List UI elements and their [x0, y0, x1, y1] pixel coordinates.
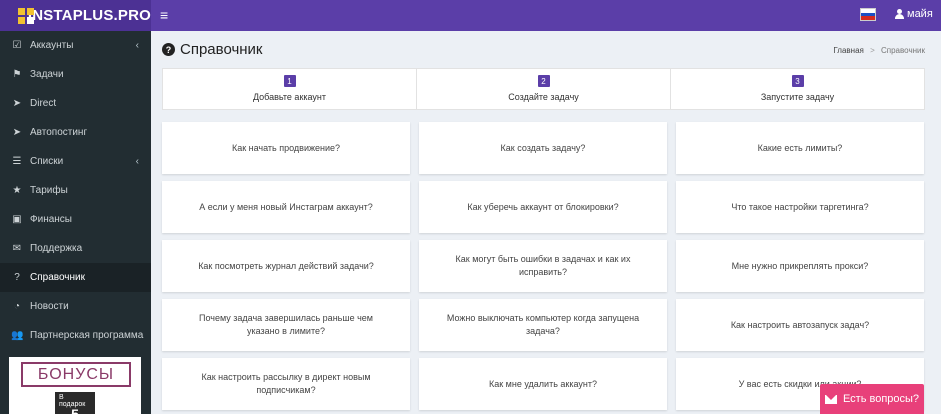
faq-card[interactable]: Что такое настройки таргетинга? — [676, 181, 924, 233]
sidebar-item[interactable]: ▣ Финансы — [0, 205, 151, 234]
faq-card[interactable]: Как посмотреть журнал действий задачи? — [162, 240, 410, 292]
step-1: 1 Добавьте аккаунт — [163, 69, 417, 109]
main-content: ? Справочник Главная > Справочник 1 Доба… — [151, 31, 941, 414]
faq-question: Как могут быть ошибки в задачах и как их… — [455, 254, 631, 277]
sidebar-item[interactable]: ★ Тарифы — [0, 176, 151, 205]
step-number: 3 — [791, 75, 804, 87]
bonus-gift-number: 5 — [71, 406, 79, 414]
step-number: 2 — [537, 75, 550, 87]
sidebar-nav: ☑ Аккаунты ‹ ⚑ Задачи ➤ Direct ➤ Автопостинг ☰ Спи… — [0, 31, 151, 350]
faq-question: А если у меня новый Инстаграм аккаунт? — [199, 201, 373, 212]
breadcrumb-home[interactable]: Главная — [833, 46, 863, 55]
breadcrumb-current: Справочник — [881, 46, 925, 55]
logo-text: INSTAPLUS.PRO — [27, 7, 151, 24]
sidebar-item[interactable]: ? Справочник — [0, 263, 151, 292]
sidebar-item-icon: ✉ — [12, 243, 22, 254]
page-title-text: Справочник — [180, 41, 263, 58]
sidebar-item-icon: ▣ — [12, 214, 22, 225]
sidebar-item[interactable]: ➤ Автопостинг — [0, 118, 151, 147]
faq-question: Как создать задачу? — [500, 142, 586, 153]
faq-card[interactable]: Как могут быть ошибки в задачах и как их… — [419, 240, 667, 292]
sidebar-item[interactable]: ☰ Списки ‹ — [0, 147, 151, 176]
faq-card[interactable]: Мне нужно прикреплять прокси? — [676, 240, 924, 292]
user-name: майя — [907, 8, 933, 20]
step-3: 3 Запустите задачу — [671, 69, 924, 109]
top-navbar: INSTAPLUS.PRO ≡ майя — [0, 0, 941, 31]
faq-card[interactable]: Как начать продвижение? — [162, 122, 410, 174]
sidebar-item[interactable]: 👥 Партнерская программа — [0, 321, 151, 350]
faq-question: Как посмотреть журнал действий задачи? — [198, 260, 374, 271]
faq-question: Какие есть лимиты? — [757, 142, 843, 153]
sidebar-item-icon: 👥 — [11, 330, 24, 341]
question-circle-icon: ? — [162, 43, 175, 56]
faq-question: Как начать продвижение? — [231, 142, 341, 153]
page-title: ? Справочник — [162, 41, 263, 58]
language-flag-icon[interactable] — [860, 8, 876, 21]
hamburger-icon[interactable]: ≡ — [160, 7, 168, 23]
faq-question: Как настроить автозапуск задач? — [730, 319, 870, 330]
sidebar: ☑ Аккаунты ‹ ⚑ Задачи ➤ Direct ➤ Автопостинг ☰ Спи… — [0, 31, 151, 414]
help-chat-button[interactable]: Есть вопросы? — [820, 384, 924, 414]
chevron-left-icon: ‹ — [135, 40, 139, 51]
faq-question: Как уберечь аккаунт от блокировки? — [467, 201, 619, 212]
logo-icon — [18, 7, 34, 24]
sidebar-item-icon: ☰ — [12, 156, 22, 167]
faq-card[interactable]: Почему задача завершилась раньше чем ука… — [162, 299, 410, 351]
sidebar-item-icon: ➤ — [12, 98, 22, 109]
sidebar-item-label: Справочник — [30, 272, 85, 283]
step-number: 1 — [283, 75, 296, 87]
faq-card[interactable]: Как настроить автозапуск задач? — [676, 299, 924, 351]
sidebar-item-label: Тарифы — [30, 185, 68, 196]
step-2: 2 Создайте задачу — [417, 69, 671, 109]
sidebar-item-icon: ➤ — [12, 127, 22, 138]
sidebar-item-label: Задачи — [30, 69, 64, 80]
step-label: Добавьте аккаунт — [252, 92, 327, 102]
sidebar-item-label: Автопостинг — [30, 127, 88, 138]
sidebar-item[interactable]: ✉ Поддержка — [0, 234, 151, 263]
faq-question: Что такое настройки таргетинга? — [731, 201, 869, 212]
sidebar-item-label: Аккаунты — [30, 40, 74, 51]
user-menu[interactable]: майя — [895, 8, 933, 20]
sidebar-item-label: Списки — [30, 156, 64, 167]
help-chat-label: Есть вопросы? — [842, 393, 920, 405]
sidebar-item-label: Новости — [30, 301, 69, 312]
sidebar-item[interactable]: ➤ Direct — [0, 89, 151, 118]
bonus-gift: В подарок 5 — [55, 392, 95, 414]
faq-card[interactable]: А если у меня новый Инстаграм аккаунт? — [162, 181, 410, 233]
sidebar-item[interactable]: ☑ Аккаунты ‹ — [0, 31, 151, 60]
sidebar-item-icon: ★ — [12, 185, 22, 196]
logo[interactable]: INSTAPLUS.PRO — [0, 0, 151, 31]
faq-question: Можно выключать компьютер когда запущена… — [446, 313, 640, 336]
bonus-banner[interactable]: БОНУСЫ В подарок 5 — [9, 357, 141, 414]
sidebar-item-label: Партнерская программа — [30, 330, 144, 341]
sidebar-item-label: Финансы — [30, 214, 72, 225]
breadcrumb-separator: > — [870, 46, 875, 55]
step-label: Запустите задачу — [760, 92, 835, 102]
sidebar-item-icon: ☑ — [12, 40, 22, 51]
sidebar-item-icon: ⚑ — [12, 69, 22, 80]
faq-question: Почему задача завершилась раньше чем ука… — [199, 313, 373, 336]
sidebar-item[interactable]: ◔ Новости — [0, 292, 151, 321]
breadcrumb: Главная > Справочник — [833, 46, 925, 55]
envelope-icon — [824, 394, 837, 404]
sidebar-item-icon: ◔ — [13, 301, 21, 312]
steps-panel: 1 Добавьте аккаунт 2 Создайте задачу 3 З… — [162, 68, 925, 110]
faq-card[interactable]: Как уберечь аккаунт от блокировки? — [419, 181, 667, 233]
faq-card[interactable]: Как создать задачу? — [419, 122, 667, 174]
faq-card[interactable]: Можно выключать компьютер когда запущена… — [419, 299, 667, 351]
sidebar-item[interactable]: ⚑ Задачи — [0, 60, 151, 89]
faq-question: Как мне удалить аккаунт? — [489, 378, 597, 389]
faq-question: Мне нужно прикреплять прокси? — [731, 260, 869, 271]
step-label: Создайте задачу — [508, 92, 579, 102]
user-icon — [895, 9, 904, 19]
faq-card[interactable]: Как мне удалить аккаунт? — [419, 358, 667, 410]
faq-card[interactable]: Как настроить рассылку в директ новым по… — [162, 358, 410, 410]
faq-card[interactable]: Какие есть лимиты? — [676, 122, 924, 174]
faq-question: Как настроить рассылку в директ новым по… — [201, 372, 371, 395]
sidebar-item-label: Direct — [30, 98, 57, 109]
chevron-left-icon: ‹ — [135, 156, 139, 167]
sidebar-item-label: Поддержка — [30, 243, 83, 254]
sidebar-item-icon: ? — [14, 272, 20, 283]
bonus-title: БОНУСЫ — [21, 362, 131, 387]
